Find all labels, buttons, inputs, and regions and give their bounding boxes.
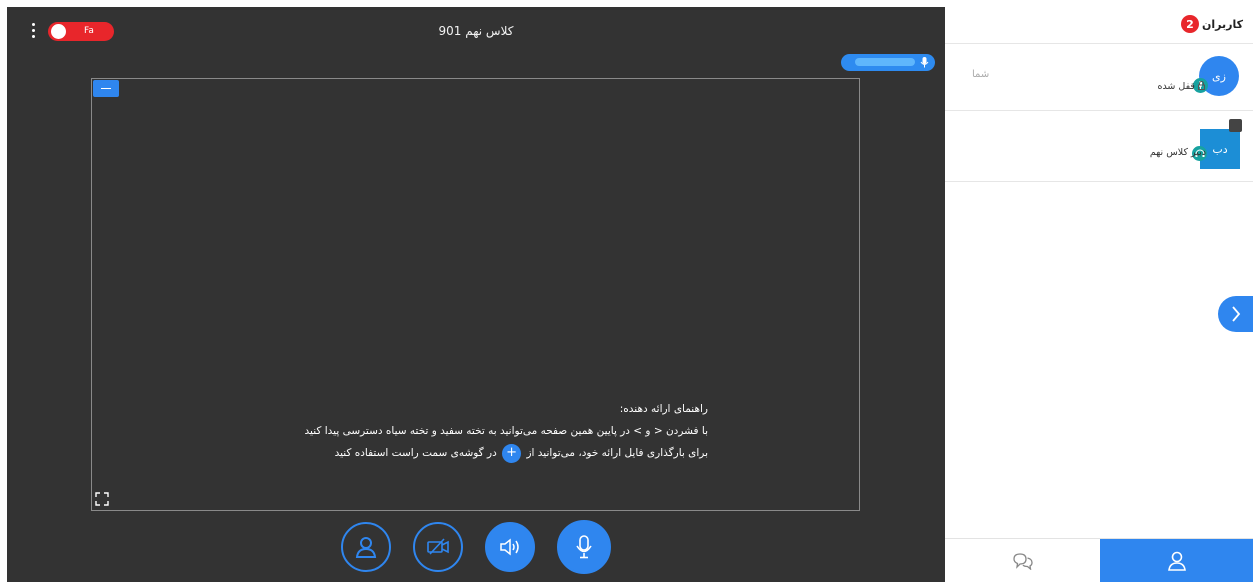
avatar-initials: دب <box>1212 142 1228 156</box>
guide-line-2-end: در گوشه‌ی سمت راست استفاده کنید <box>334 447 497 459</box>
user-view-button[interactable] <box>341 522 391 572</box>
active-speaker-indicator <box>841 54 935 71</box>
speaker-toggle-button[interactable] <box>485 522 535 572</box>
users-sidebar: کاربران 2 زی شما قفل شده دب دبیر کلاس نه… <box>945 0 1253 582</box>
user-status: قفل شده <box>1157 81 1205 92</box>
microphone-icon <box>576 535 592 559</box>
guide-line-1: با فشردن < و > در پایین همین صفحه می‌توا… <box>304 425 708 437</box>
class-title: کلاس نهم 901 <box>438 24 514 38</box>
user-list-item[interactable]: دب دبیر کلاس نهم <box>945 111 1253 181</box>
guide-line-2: برای بارگذاری فایل ارائه خود، می‌توانید … <box>305 442 708 464</box>
meeting-stage: Fa کلاس نهم 901 راهنمای ارائه دهنده: با … <box>7 7 945 582</box>
microphone-toggle-button[interactable] <box>557 520 611 574</box>
fullscreen-icon[interactable] <box>95 492 109 506</box>
microphone-icon <box>920 57 929 68</box>
users-panel-header: کاربران 2 <box>1181 15 1243 33</box>
speaker-name-redacted <box>855 58 915 66</box>
user-status-text: قفل شده <box>1157 81 1195 92</box>
plus-icon: + <box>502 443 522 463</box>
tab-users[interactable] <box>1100 539 1253 582</box>
whiteboard-icon <box>1229 119 1242 132</box>
speaker-icon <box>500 538 519 556</box>
sidebar-tab-bar <box>945 538 1253 582</box>
tab-chat[interactable] <box>945 539 1100 582</box>
user-icon <box>1167 551 1186 571</box>
user-list-item[interactable]: زی شما قفل شده <box>945 44 1253 110</box>
minimize-board-button[interactable] <box>93 80 119 97</box>
you-label: شما <box>972 69 990 80</box>
chevron-right-icon <box>1231 306 1240 322</box>
camera-toggle-button[interactable] <box>413 522 463 572</box>
users-panel-title: کاربران <box>1202 17 1243 31</box>
chat-icon <box>1012 552 1033 570</box>
users-count-badge: 2 <box>1181 15 1199 33</box>
avatar-initials: زی <box>1212 69 1226 83</box>
user-role: دبیر کلاس نهم <box>1149 147 1206 158</box>
user-icon <box>355 537 377 558</box>
presentation-board: راهنمای ارائه دهنده: با فشردن < و > در پ… <box>91 78 860 511</box>
lock-icon <box>1198 81 1205 90</box>
divider <box>945 181 1253 182</box>
camera-off-icon <box>427 538 449 555</box>
collapse-sidebar-button[interactable] <box>1218 296 1253 332</box>
presenter-guide: راهنمای ارائه دهنده: با فشردن < و > در پ… <box>305 398 708 464</box>
guide-heading: راهنمای ارائه دهنده: <box>619 403 708 415</box>
guide-line-2-start: برای بارگذاری فایل ارائه خود، می‌توانید … <box>526 447 708 459</box>
